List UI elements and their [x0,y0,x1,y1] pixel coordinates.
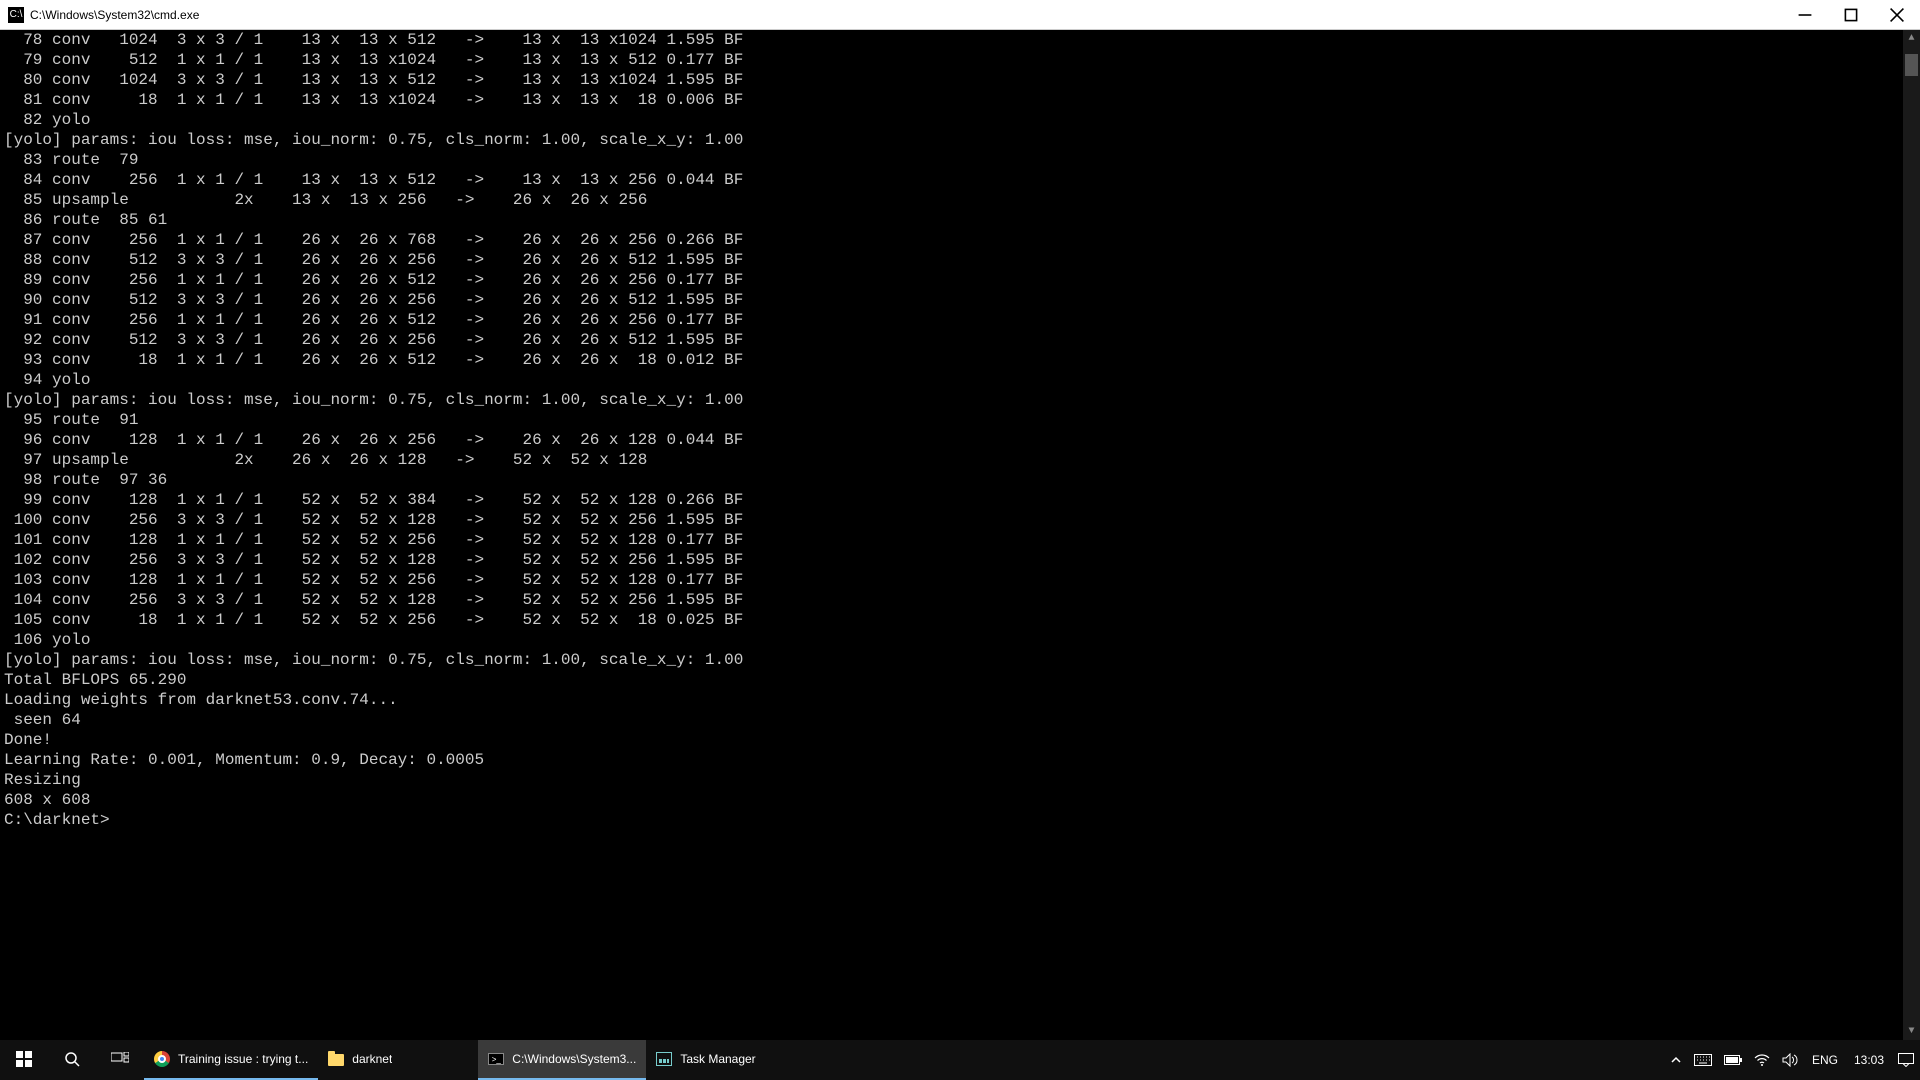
terminal-line: 88 conv 512 3 x 3 / 1 26 x 26 x 256 -> 2… [4,250,1916,270]
battery-icon [1724,1055,1742,1065]
terminal-line: seen 64 [4,710,1916,730]
terminal-line: Loading weights from darknet53.conv.74..… [4,690,1916,710]
terminal-line: 89 conv 256 1 x 1 / 1 26 x 26 x 512 -> 2… [4,270,1916,290]
keyboard-icon [1694,1054,1712,1066]
maximize-icon [1843,7,1859,23]
search-icon [64,1051,80,1067]
terminal-line: 106 yolo [4,630,1916,650]
windows-logo-icon [16,1051,32,1067]
terminal-line: 99 conv 128 1 x 1 / 1 52 x 52 x 384 -> 5… [4,490,1916,510]
tray-battery-icon[interactable] [1718,1040,1748,1080]
terminal-line: 90 conv 512 3 x 3 / 1 26 x 26 x 256 -> 2… [4,290,1916,310]
cmd-window-icon: C:\ [8,7,24,23]
terminal-line: Learning Rate: 0.001, Momentum: 0.9, Dec… [4,750,1916,770]
terminal-line: [yolo] params: iou loss: mse, iou_norm: … [4,650,1916,670]
tray-wifi-icon[interactable] [1748,1040,1776,1080]
vertical-scrollbar[interactable]: ▲ ▼ [1903,30,1920,1040]
terminal-line: 100 conv 256 3 x 3 / 1 52 x 52 x 128 -> … [4,510,1916,530]
terminal-line: 81 conv 18 1 x 1 / 1 13 x 13 x1024 -> 13… [4,90,1916,110]
taskbar-task-cmd[interactable]: >_ C:\Windows\System3... [478,1040,646,1080]
terminal-line: 94 yolo [4,370,1916,390]
terminal-line: 85 upsample 2x 13 x 13 x 256 -> 26 x 26 … [4,190,1916,210]
task-manager-icon [656,1052,672,1066]
taskbar-task-label: C:\Windows\System3... [512,1052,636,1066]
tray-keyboard-icon[interactable] [1688,1040,1718,1080]
terminal-line: [yolo] params: iou loss: mse, iou_norm: … [4,130,1916,150]
terminal-line: 91 conv 256 1 x 1 / 1 26 x 26 x 512 -> 2… [4,310,1916,330]
start-button[interactable] [0,1040,48,1080]
cmd-icon: >_ [488,1053,504,1065]
terminal-line: 104 conv 256 3 x 3 / 1 52 x 52 x 128 -> … [4,590,1916,610]
terminal-output[interactable]: 78 conv 1024 3 x 3 / 1 13 x 13 x 512 -> … [0,30,1920,1040]
language-indicator[interactable]: ENG [1804,1040,1846,1080]
terminal-line: Resizing [4,770,1916,790]
terminal-line: 80 conv 1024 3 x 3 / 1 13 x 13 x 512 -> … [4,70,1916,90]
terminal-line: 84 conv 256 1 x 1 / 1 13 x 13 x 512 -> 1… [4,170,1916,190]
terminal-line: 98 route 97 36 [4,470,1916,490]
terminal-line: 96 conv 128 1 x 1 / 1 26 x 26 x 256 -> 2… [4,430,1916,450]
speaker-icon [1782,1053,1798,1067]
scrollbar-thumb[interactable] [1905,54,1918,76]
terminal-line: 102 conv 256 3 x 3 / 1 52 x 52 x 128 -> … [4,550,1916,570]
scroll-up-button[interactable]: ▲ [1903,30,1920,47]
action-center-button[interactable] [1892,1040,1920,1080]
terminal-line: C:\darknet> [4,810,1916,830]
terminal-line: 86 route 85 61 [4,210,1916,230]
terminal-line: 608 x 608 [4,790,1916,810]
tray-show-hidden-icons[interactable] [1664,1040,1688,1080]
clock[interactable]: 13:03 [1846,1040,1892,1080]
taskbar-task-label: Training issue : trying t... [178,1052,308,1066]
close-button[interactable] [1874,0,1920,29]
taskbar-task-label: darknet [352,1052,392,1066]
terminal-line: 78 conv 1024 3 x 3 / 1 13 x 13 x 512 -> … [4,30,1916,50]
terminal-line: 93 conv 18 1 x 1 / 1 26 x 26 x 512 -> 26… [4,350,1916,370]
window-titlebar[interactable]: C:\ C:\Windows\System32\cmd.exe [0,0,1920,30]
terminal-line: 87 conv 256 1 x 1 / 1 26 x 26 x 768 -> 2… [4,230,1916,250]
terminal-line: 83 route 79 [4,150,1916,170]
terminal-line: 101 conv 128 1 x 1 / 1 52 x 52 x 256 -> … [4,530,1916,550]
task-view-icon [111,1052,129,1066]
maximize-button[interactable] [1828,0,1874,29]
terminal-line: 82 yolo [4,110,1916,130]
minimize-button[interactable] [1782,0,1828,29]
terminal-line: Done! [4,730,1916,750]
chevron-up-icon [1670,1054,1682,1066]
close-icon [1889,7,1905,23]
taskbar: Training issue : trying t... darknet >_ C:\… [0,1040,1920,1080]
taskbar-task-explorer[interactable]: darknet [318,1040,478,1080]
terminal-line: Total BFLOPS 65.290 [4,670,1916,690]
taskbar-task-label: Task Manager [680,1052,755,1066]
terminal-line: 95 route 91 [4,410,1916,430]
taskbar-task-chrome[interactable]: Training issue : trying t... [144,1040,318,1080]
taskbar-task-taskmgr[interactable]: Task Manager [646,1040,806,1080]
terminal-line: 92 conv 512 3 x 3 / 1 26 x 26 x 256 -> 2… [4,330,1916,350]
chrome-icon [154,1051,170,1067]
tray-volume-icon[interactable] [1776,1040,1804,1080]
notification-icon [1898,1053,1914,1067]
scroll-down-button[interactable]: ▼ [1903,1023,1920,1040]
window-controls [1782,0,1920,29]
task-view-button[interactable] [96,1040,144,1080]
terminal-line: [yolo] params: iou loss: mse, iou_norm: … [4,390,1916,410]
window-title: C:\Windows\System32\cmd.exe [30,8,1782,22]
terminal-line: 105 conv 18 1 x 1 / 1 52 x 52 x 256 -> 5… [4,610,1916,630]
terminal-line: 97 upsample 2x 26 x 26 x 128 -> 52 x 52 … [4,450,1916,470]
search-button[interactable] [48,1040,96,1080]
terminal-line: 79 conv 512 1 x 1 / 1 13 x 13 x1024 -> 1… [4,50,1916,70]
minimize-icon [1797,7,1813,23]
terminal-line: 103 conv 128 1 x 1 / 1 52 x 52 x 256 -> … [4,570,1916,590]
folder-icon [328,1054,344,1066]
wifi-icon [1754,1054,1770,1066]
